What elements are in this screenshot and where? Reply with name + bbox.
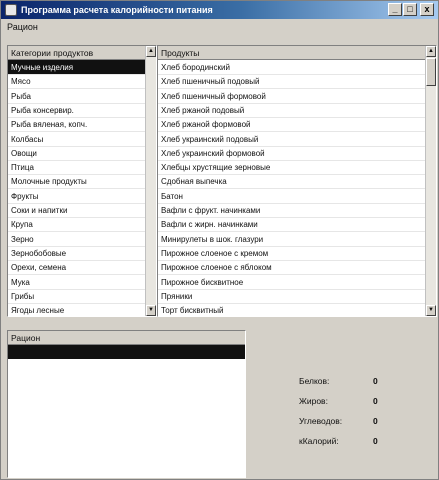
kcal-value: 0 <box>373 436 378 446</box>
list-item[interactable]: Вафли с жирн. начинками <box>158 217 425 233</box>
scroll-down-icon[interactable]: ▼ <box>146 305 156 316</box>
list-item[interactable]: Птица <box>8 160 145 176</box>
carbs-label: Углеводов: <box>299 416 343 426</box>
categories-scrollbar[interactable]: ▲ ▼ <box>145 46 156 316</box>
list-item[interactable]: Мясо <box>8 74 145 90</box>
list-item[interactable]: Мука <box>8 275 145 290</box>
scroll-down-icon[interactable]: ▼ <box>426 305 436 316</box>
minimize-button[interactable]: _ <box>388 3 402 16</box>
ration-selected-row[interactable] <box>8 345 245 359</box>
app-window: Программа расчета калорийности питания _… <box>0 0 439 480</box>
products-scrollbar[interactable]: ▲ ▼ <box>425 46 436 316</box>
maximize-button[interactable]: □ <box>403 3 417 16</box>
fat-row: Жиров: 0 <box>247 394 437 408</box>
list-item[interactable]: Хлеб пшеничный формовой <box>158 89 425 104</box>
list-item[interactable]: Сдобная выпечка <box>158 174 425 190</box>
ration-header[interactable]: Рацион <box>8 331 245 345</box>
list-item[interactable]: Хлеб бородинский <box>158 60 425 75</box>
list-item[interactable]: Ягоды лесные <box>8 303 145 316</box>
close-button[interactable]: x <box>420 3 434 16</box>
protein-label: Белков: <box>299 376 330 386</box>
carbs-row: Углеводов: 0 <box>247 414 437 428</box>
list-item[interactable]: Орехи, семена <box>8 260 145 276</box>
title-bar[interactable]: Программа расчета калорийности питания _… <box>1 1 438 19</box>
kcal-row: кКалорий: 0 <box>247 434 437 448</box>
list-item[interactable]: Батон <box>158 189 425 204</box>
menu-bar: Рацион <box>1 19 438 35</box>
categories-list[interactable]: Категории продуктов Мучные изделия Мясо Ры… <box>7 45 157 317</box>
list-item[interactable]: Крупа <box>8 217 145 233</box>
list-item[interactable]: Молочные продукты <box>8 174 145 190</box>
scroll-up-icon[interactable]: ▲ <box>426 46 436 57</box>
list-item[interactable]: Рыба вяленая, копч. <box>8 117 145 133</box>
list-item[interactable]: Рыба консервир. <box>8 103 145 118</box>
ration-list[interactable]: Рацион <box>7 330 246 478</box>
protein-value: 0 <box>373 376 378 386</box>
app-icon <box>5 4 17 16</box>
list-item[interactable]: Хлеб ржаной подовый <box>158 103 425 118</box>
list-item[interactable]: Зернобобовые <box>8 246 145 261</box>
list-item[interactable]: Хлебцы хрустящие зерновые <box>158 160 425 176</box>
list-item[interactable]: Хлеб пшеничный подовый <box>158 74 425 90</box>
list-item[interactable]: Пирожное бисквитное <box>158 275 425 290</box>
list-item[interactable]: Пряники <box>158 289 425 304</box>
list-item[interactable]: Мучные изделия <box>8 60 145 75</box>
nutrients-summary: Белков: 0 Жиров: 0 Углеводов: 0 кКалорий… <box>247 330 437 478</box>
products-header-label: Продукты <box>161 48 200 58</box>
scroll-up-icon[interactable]: ▲ <box>146 46 156 57</box>
list-item[interactable]: Зерно <box>8 232 145 247</box>
list-item[interactable]: Пирожное слоеное с кремом <box>158 246 425 261</box>
carbs-value: 0 <box>373 416 378 426</box>
kcal-label: кКалорий: <box>299 436 339 446</box>
fat-label: Жиров: <box>299 396 328 406</box>
list-item[interactable]: Торт бисквитный <box>158 303 425 316</box>
list-item[interactable]: Пирожное слоеное с яблоком <box>158 260 425 276</box>
products-header[interactable]: Продукты <box>158 46 425 60</box>
ration-header-label: Рацион <box>11 333 41 343</box>
list-item[interactable]: Хлеб украинский формовой <box>158 146 425 161</box>
list-item[interactable]: Грибы <box>8 289 145 304</box>
list-item[interactable]: Колбасы <box>8 132 145 147</box>
scroll-thumb[interactable] <box>426 58 436 86</box>
categories-header-label: Категории продуктов <box>11 48 94 58</box>
list-item[interactable]: Рыба <box>8 89 145 104</box>
protein-row: Белков: 0 <box>247 374 437 388</box>
window-title: Программа расчета калорийности питания <box>21 5 213 15</box>
list-item[interactable]: Фрукты <box>8 189 145 204</box>
list-item[interactable]: Овощи <box>8 146 145 161</box>
fat-value: 0 <box>373 396 378 406</box>
menu-ration[interactable]: Рацион <box>7 19 38 35</box>
list-item[interactable]: Минирулеты в шок. глазури <box>158 232 425 247</box>
list-item[interactable]: Соки и напитки <box>8 203 145 218</box>
list-item[interactable]: Хлеб украинский подовый <box>158 132 425 147</box>
products-list[interactable]: Продукты Хлеб бородинский Хлеб пшеничный … <box>157 45 437 317</box>
categories-header[interactable]: Категории продуктов <box>8 46 145 60</box>
list-item[interactable]: Вафли с фрукт. начинками <box>158 203 425 218</box>
list-item[interactable]: Хлеб ржаной формовой <box>158 117 425 133</box>
